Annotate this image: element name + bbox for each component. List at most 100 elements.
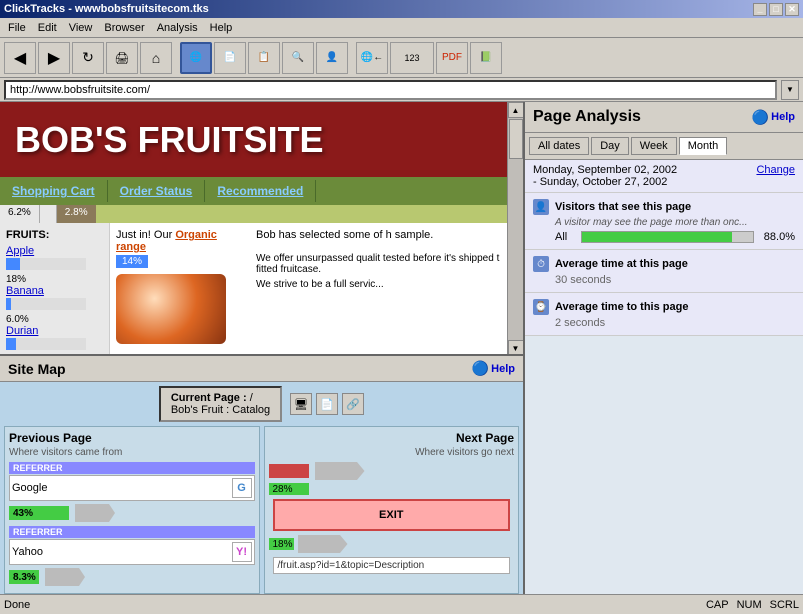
- page-analysis-panel: Page Analysis 🔵 Help All dates Day Week …: [525, 102, 803, 594]
- site-right-col: Bob has selected some of h sample. We of…: [250, 223, 507, 356]
- avg-time-at-header: ⏱ Average time at this page: [533, 256, 795, 272]
- visitors-header: 👤 Visitors that see this page: [533, 199, 795, 215]
- cp-icon-1[interactable]: 🖥: [290, 393, 312, 415]
- current-page-row: Current Page : / Bob's Fruit : Catalog 🖥…: [0, 382, 523, 426]
- referrer-label-1: REFERRER: [9, 462, 255, 474]
- durian-bar-container: [6, 338, 86, 350]
- fruit-image: [116, 274, 226, 344]
- dest-url[interactable]: /fruit.asp?id=1&topic=Description: [273, 557, 511, 574]
- cp-icon-2[interactable]: 📄: [316, 393, 338, 415]
- apple-link[interactable]: Apple: [6, 245, 103, 257]
- scroll-up-btn[interactable]: ▲: [508, 102, 524, 118]
- durian-bar: [6, 338, 16, 350]
- site-title: BOB'S FRUITSITE: [15, 119, 324, 161]
- cp-icon-3[interactable]: 🔗: [342, 393, 364, 415]
- sitemap-content: Previous Page Where visitors came from R…: [0, 426, 523, 594]
- menu-edit[interactable]: Edit: [32, 20, 63, 36]
- current-page-box: Current Page : / Bob's Fruit : Catalog: [159, 386, 282, 422]
- minimize-button[interactable]: _: [753, 3, 767, 16]
- prev-title: Previous Page: [9, 431, 255, 445]
- current-page-label: Current Page :: [171, 392, 247, 404]
- nav-shopping-cart[interactable]: Shopping Cart: [0, 180, 108, 202]
- menu-browser[interactable]: Browser: [98, 20, 150, 36]
- visitors-subtitle: A visitor may see the page more than onc…: [555, 217, 795, 228]
- durian-link[interactable]: Durian: [6, 325, 103, 337]
- scroll-thumb[interactable]: [509, 119, 523, 159]
- avg-time-to-value: 2 seconds: [555, 317, 795, 329]
- close-button[interactable]: ✕: [785, 3, 799, 16]
- avg-time-to-title: Average time to this page: [555, 301, 688, 313]
- prev-subtitle: Where visitors came from: [9, 447, 255, 458]
- right-text1: Bob has selected some of h sample.: [256, 229, 501, 241]
- current-page-icons: 🖥 📄 🔗: [290, 393, 364, 415]
- sitemap-help[interactable]: 🔵 Help: [472, 360, 515, 377]
- status-indicators: CAP NUM SCRL: [706, 599, 799, 611]
- site-nav: Shopping Cart Order Status Recommended: [0, 177, 507, 205]
- url-pct-bar: 18%: [269, 538, 294, 550]
- pdf-btn[interactable]: PDF: [436, 42, 468, 74]
- scroll-track[interactable]: [508, 118, 523, 340]
- change-date-link[interactable]: Change: [756, 164, 795, 176]
- num-indicator: NUM: [737, 599, 762, 611]
- visitors-metric: 👤 Visitors that see this page A visitor …: [525, 193, 803, 250]
- clicktracks-btn1[interactable]: 🌐: [180, 42, 212, 74]
- refresh-button[interactable]: ↻: [72, 42, 104, 74]
- banana-bar: [6, 298, 11, 310]
- book-btn[interactable]: 📗: [470, 42, 502, 74]
- exit-pct-bar: 28%: [269, 483, 309, 495]
- banana-link[interactable]: Banana: [6, 285, 103, 297]
- exit-bar: [269, 464, 309, 478]
- tab-day[interactable]: Day: [591, 137, 629, 155]
- menu-help[interactable]: Help: [204, 20, 239, 36]
- current-page-name: Bob's Fruit : Catalog: [171, 404, 270, 416]
- clicktracks-btn4[interactable]: 🔍: [282, 42, 314, 74]
- visitors-title: Visitors that see this page: [555, 201, 691, 213]
- menu-view[interactable]: View: [63, 20, 99, 36]
- organic-pct: 14%: [116, 255, 148, 268]
- print-button[interactable]: 🖨: [106, 42, 138, 74]
- avg-time-at-title: Average time at this page: [555, 258, 688, 270]
- next-title: Next Page: [269, 431, 515, 445]
- clicktracks-btn3[interactable]: 📋: [248, 42, 280, 74]
- analysis-help[interactable]: 🔵 Help: [752, 109, 795, 126]
- scroll-down-btn[interactable]: ▼: [508, 340, 524, 356]
- visitors-bar-fill: [582, 232, 732, 242]
- clicktracks-btn2[interactable]: 📄: [214, 42, 246, 74]
- nav-order-status[interactable]: Order Status: [108, 180, 206, 202]
- visitors-label: All: [555, 231, 575, 243]
- sitemap-area: Site Map 🔵 Help Current Page : / Bob's F…: [0, 356, 523, 594]
- tab-all-dates[interactable]: All dates: [529, 137, 589, 155]
- cap-indicator: CAP: [706, 599, 729, 611]
- mid-intro: Just in! Our: [116, 229, 172, 241]
- yahoo-icon: Y!: [232, 542, 252, 562]
- google-referrer-row: Google G: [9, 475, 255, 501]
- tab-month[interactable]: Month: [679, 137, 728, 155]
- maximize-button[interactable]: □: [769, 3, 783, 16]
- address-dropdown-btn[interactable]: ▼: [781, 80, 799, 100]
- avg-time-at-icon: ⏱: [533, 256, 549, 272]
- yahoo-bar-row: 8.3%: [9, 568, 255, 586]
- address-input[interactable]: [4, 80, 777, 100]
- visitors-bar-track: [581, 231, 754, 243]
- back-button[interactable]: ◀: [4, 42, 36, 74]
- home-button[interactable]: ⌂: [140, 42, 172, 74]
- menu-file[interactable]: File: [2, 20, 32, 36]
- right-text3: We strive to be a full servic...: [256, 279, 501, 290]
- banana-bar-container: [6, 298, 86, 310]
- nav-btn1[interactable]: 🌐←: [356, 42, 388, 74]
- date-end: - Sunday, October 27, 2002: [533, 176, 677, 188]
- nav-recommended[interactable]: Recommended: [205, 180, 316, 202]
- menu-bar: File Edit View Browser Analysis Help: [0, 18, 803, 38]
- exit-box: EXIT: [273, 499, 511, 531]
- google-bar: 43%: [9, 506, 69, 520]
- forward-button[interactable]: ▶: [38, 42, 70, 74]
- tab-week[interactable]: Week: [631, 137, 677, 155]
- google-name: Google: [12, 482, 232, 494]
- status-bar: Done CAP NUM SCRL: [0, 594, 803, 614]
- yahoo-bar: 8.3%: [9, 570, 39, 584]
- google-icon: G: [232, 478, 252, 498]
- clicktracks-btn5[interactable]: 👤: [316, 42, 348, 74]
- menu-analysis[interactable]: Analysis: [151, 20, 204, 36]
- url-arrow: [298, 535, 348, 553]
- nav-btn2[interactable]: 123: [390, 42, 434, 74]
